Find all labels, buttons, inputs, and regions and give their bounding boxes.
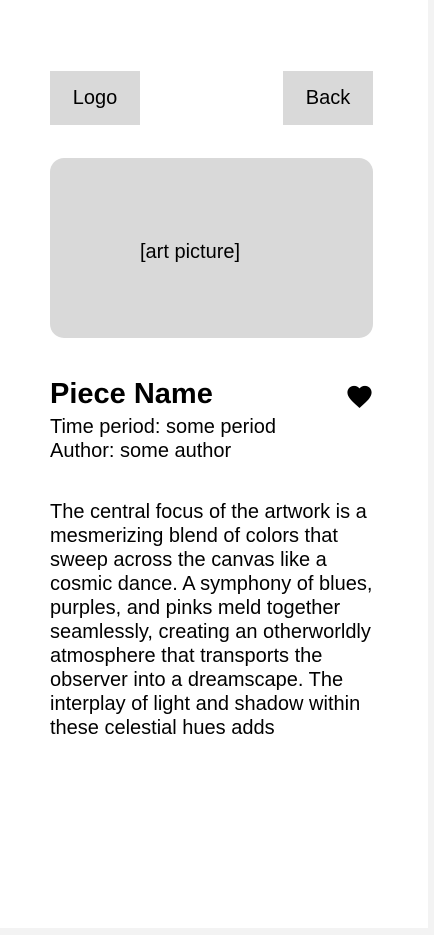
artwork-description: The central focus of the artwork is a me… (50, 501, 373, 739)
art-detail-screen: Logo Back [art picture] Piece Name Time … (0, 0, 428, 928)
art-image-placeholder-label: [art picture] (140, 241, 241, 263)
art-image-placeholder: [art picture] (50, 158, 373, 338)
piece-name-title: Piece Name (50, 378, 213, 410)
author-text: Author: some author (50, 440, 232, 462)
heart-icon-shape (347, 385, 372, 409)
time-period-text: Time period: some period (50, 416, 277, 438)
heart-icon[interactable] (345, 382, 374, 409)
logo-button[interactable]: Logo (50, 71, 140, 125)
back-button[interactable]: Back (283, 71, 373, 125)
